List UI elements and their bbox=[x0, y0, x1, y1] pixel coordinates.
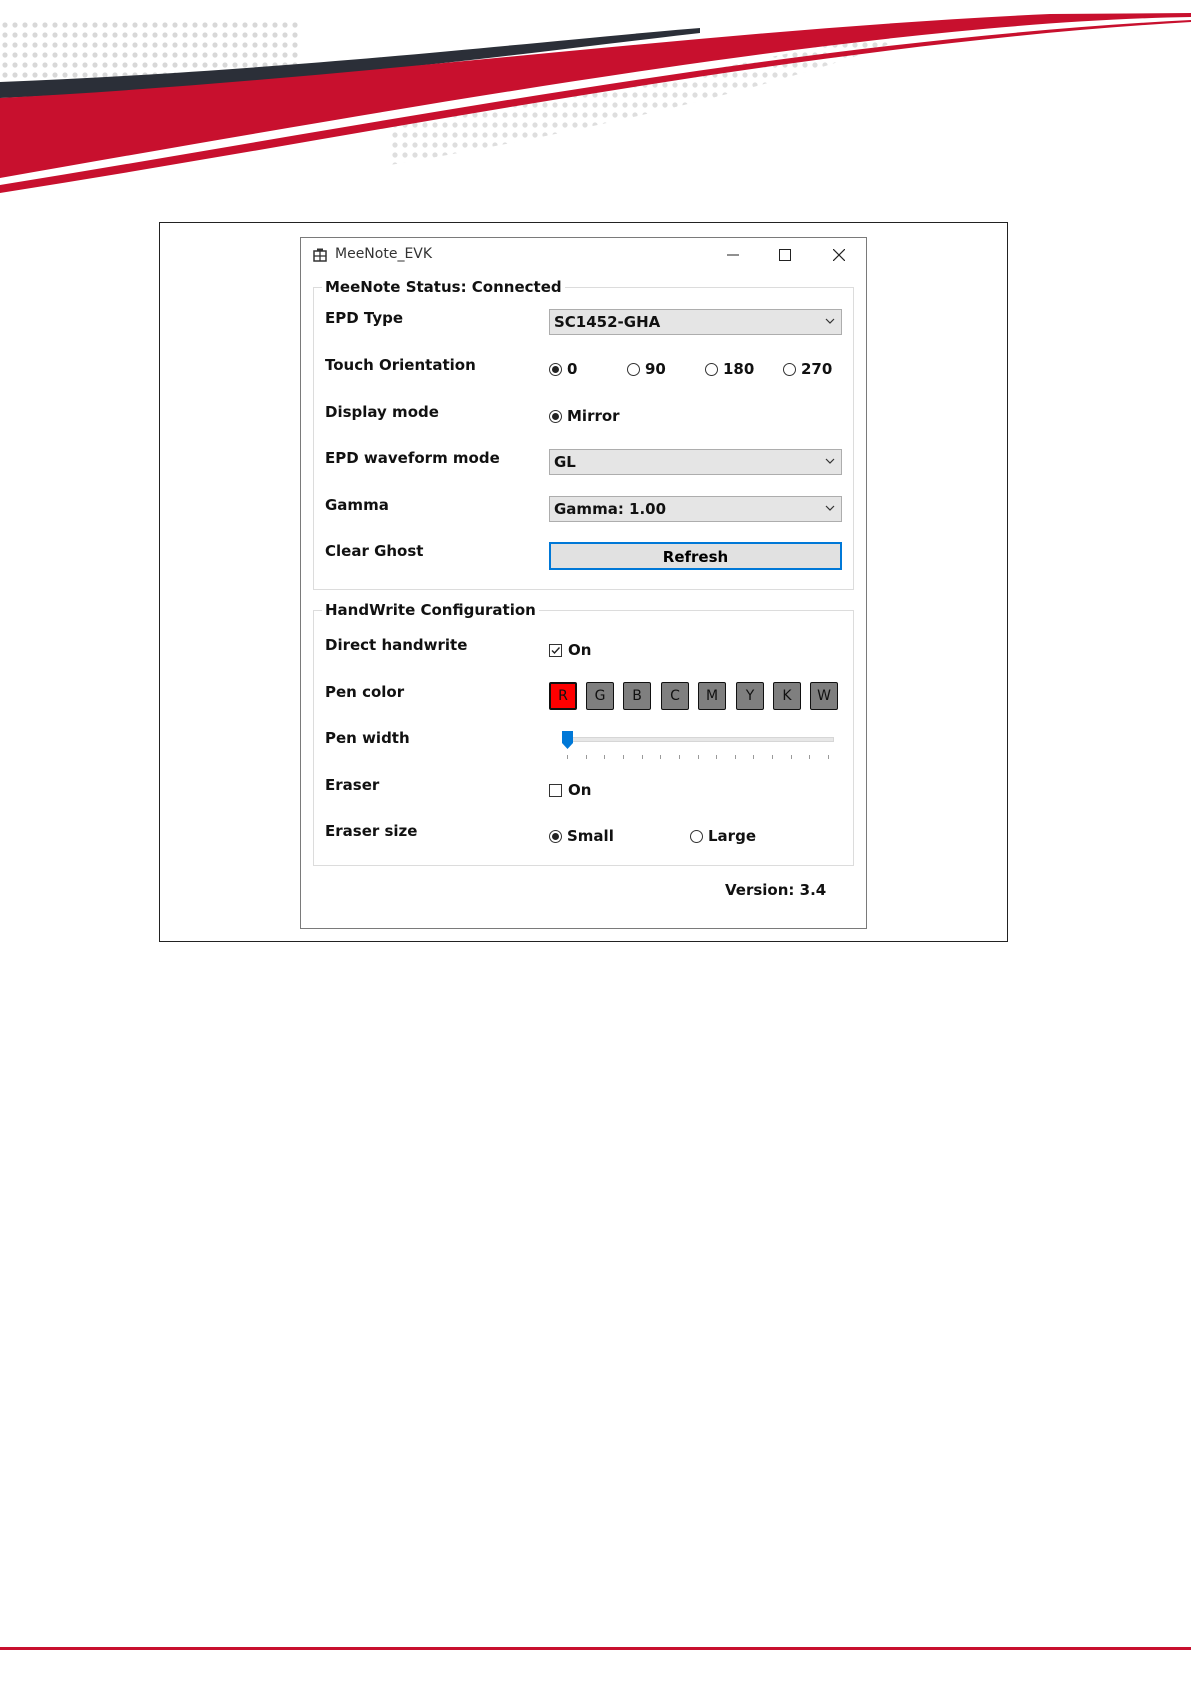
epd-type-label: EPD Type bbox=[325, 309, 404, 327]
minimize-icon bbox=[727, 254, 739, 256]
slider-tick bbox=[828, 755, 829, 759]
clear-ghost-label: Clear Ghost bbox=[325, 542, 424, 560]
slider-tick bbox=[585, 755, 587, 759]
slider-tick bbox=[567, 755, 568, 759]
slider-tick bbox=[753, 755, 755, 759]
radio-selected-icon bbox=[549, 409, 562, 423]
orientation-radio-0[interactable]: 0 bbox=[549, 360, 577, 378]
pen-color-buttons: R G B C M Y K W bbox=[549, 682, 842, 710]
slider-tick bbox=[622, 755, 624, 759]
pen-color-k-button[interactable]: K bbox=[773, 682, 801, 710]
pen-color-b-button[interactable]: B bbox=[623, 682, 651, 710]
slider-tick bbox=[734, 755, 736, 759]
pen-color-label: Pen color bbox=[325, 683, 405, 701]
pen-color-m-button[interactable]: M bbox=[698, 682, 726, 710]
waveform-mode-value: GL bbox=[554, 453, 576, 471]
checkbox-empty-icon bbox=[549, 783, 562, 797]
pen-color-w-button[interactable]: W bbox=[810, 682, 838, 710]
header-swoosh-graphic bbox=[0, 13, 1191, 193]
slider-tick bbox=[716, 755, 718, 759]
eraser-size-label: Eraser size bbox=[325, 822, 418, 840]
pen-color-g-button[interactable]: G bbox=[586, 682, 614, 710]
slider-tick bbox=[772, 755, 774, 759]
slider-tick bbox=[641, 755, 643, 759]
touch-orientation-label: Touch Orientation bbox=[325, 356, 476, 374]
pen-width-label: Pen width bbox=[325, 729, 410, 747]
radio-selected-icon bbox=[549, 362, 562, 376]
radio-empty-icon bbox=[705, 362, 718, 376]
eraser-checkbox[interactable]: On bbox=[549, 781, 591, 799]
waveform-mode-select[interactable]: GL bbox=[549, 449, 842, 475]
display-mode-mirror-radio[interactable]: Mirror bbox=[549, 407, 620, 425]
radio-selected-icon bbox=[549, 829, 562, 843]
orientation-radio-90[interactable]: 90 bbox=[627, 360, 666, 378]
display-mode-label: Display mode bbox=[325, 403, 439, 421]
app-window: MeeNote_EVK MeeNote Status: Connected EP… bbox=[300, 237, 867, 929]
pen-width-slider[interactable] bbox=[554, 731, 834, 763]
slider-tick bbox=[604, 755, 606, 759]
gamma-select[interactable]: Gamma: 1.00 bbox=[549, 496, 842, 522]
slider-tick bbox=[809, 755, 811, 759]
gamma-label: Gamma bbox=[325, 496, 389, 514]
slider-tick bbox=[660, 755, 662, 759]
direct-handwrite-label: Direct handwrite bbox=[325, 636, 468, 654]
eraser-size-small-radio[interactable]: Small bbox=[549, 827, 614, 845]
pen-color-y-button[interactable]: Y bbox=[736, 682, 764, 710]
chevron-down-icon bbox=[825, 458, 835, 464]
eraser-label: Eraser bbox=[325, 776, 380, 794]
orientation-radio-180[interactable]: 180 bbox=[705, 360, 754, 378]
radio-empty-icon bbox=[690, 829, 703, 843]
chevron-down-icon bbox=[825, 318, 835, 324]
window-title: MeeNote_EVK bbox=[335, 246, 433, 262]
epd-type-value: SC1452-GHA bbox=[554, 313, 661, 331]
pen-color-r-button[interactable]: R bbox=[549, 682, 577, 710]
close-button[interactable] bbox=[816, 238, 862, 272]
waveform-mode-label: EPD waveform mode bbox=[325, 449, 500, 467]
slider-tick bbox=[697, 755, 699, 759]
version-label: Version: 3.4 bbox=[725, 881, 827, 899]
checkbox-checked-icon bbox=[549, 643, 562, 657]
app-grid-icon bbox=[313, 248, 327, 262]
pen-color-c-button[interactable]: C bbox=[661, 682, 689, 710]
direct-handwrite-checkbox[interactable]: On bbox=[549, 641, 591, 659]
chevron-down-icon bbox=[825, 505, 835, 511]
radio-empty-icon bbox=[783, 362, 796, 376]
handwrite-legend: HandWrite Configuration bbox=[322, 601, 539, 619]
epd-type-select[interactable]: SC1452-GHA bbox=[549, 309, 842, 335]
orientation-radio-270[interactable]: 270 bbox=[783, 360, 832, 378]
title-bar[interactable]: MeeNote_EVK bbox=[301, 238, 866, 272]
status-legend: MeeNote Status: Connected bbox=[322, 278, 565, 296]
slider-thumb[interactable] bbox=[562, 731, 573, 749]
gamma-value: Gamma: 1.00 bbox=[554, 500, 667, 518]
minimize-button[interactable] bbox=[710, 238, 756, 272]
slider-tick bbox=[678, 755, 680, 759]
maximize-button[interactable] bbox=[762, 238, 808, 272]
refresh-button[interactable]: Refresh bbox=[549, 542, 842, 570]
radio-empty-icon bbox=[627, 362, 640, 376]
slider-track bbox=[562, 737, 834, 742]
close-icon bbox=[833, 249, 845, 261]
footer-divider bbox=[0, 1647, 1191, 1650]
slider-tick bbox=[790, 755, 792, 759]
maximize-icon bbox=[779, 249, 791, 261]
eraser-size-large-radio[interactable]: Large bbox=[690, 827, 756, 845]
